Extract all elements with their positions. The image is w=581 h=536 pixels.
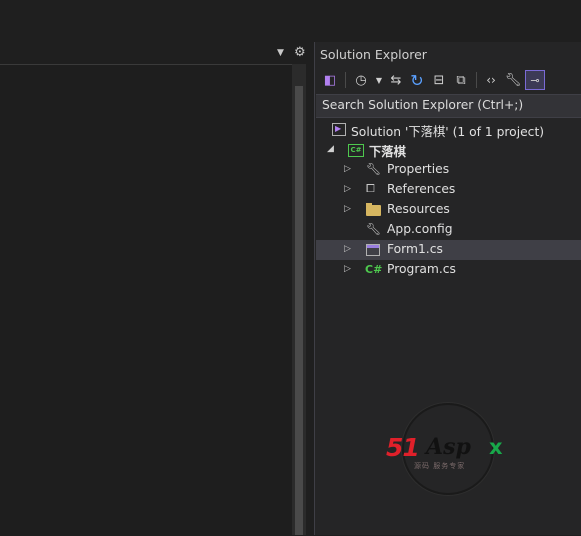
watermark-51: 51 — [386, 433, 420, 462]
tree-row-properties[interactable]: ▷ 🔧︎ Properties — [316, 160, 581, 180]
toolbar-separator — [345, 72, 346, 88]
watermark-logo: 51 Asp x 源码 服务专家 — [386, 403, 508, 495]
editor-area[interactable] — [0, 64, 292, 536]
item-label: App.config — [387, 222, 453, 236]
sync-icon[interactable]: ⇆ — [386, 70, 406, 90]
tree-row-app-config[interactable]: 🔧︎ App.config — [316, 220, 581, 240]
top-strip — [0, 0, 581, 42]
collapse-all-icon[interactable]: ⊟ — [429, 70, 449, 90]
collapsed-arrow-icon[interactable]: ▷ — [344, 164, 351, 174]
watermark-subtitle: 源码 服务专家 — [414, 462, 466, 470]
collapsed-arrow-icon[interactable]: ▷ — [344, 264, 351, 274]
toolbar-separator — [476, 72, 477, 88]
references-icon: ⧠ — [366, 182, 375, 195]
tree-row-project[interactable]: ◢ C# 下落棋 — [316, 140, 581, 160]
tree-row-program[interactable]: ▷ C# Program.cs — [316, 260, 581, 280]
csharp-project-icon: C# — [348, 142, 364, 158]
panel-title: Solution Explorer — [320, 47, 427, 62]
tree-row-resources[interactable]: ▷ Resources — [316, 200, 581, 220]
show-all-files-icon[interactable]: ⧉ — [451, 70, 471, 90]
solution-label: Solution '下落棋' (1 of 1 project) — [351, 125, 545, 139]
gear-icon[interactable]: ⚙ — [294, 45, 306, 60]
item-label: References — [387, 182, 456, 196]
solution-icon — [332, 122, 348, 138]
watermark-x: x — [489, 435, 503, 459]
item-label: Resources — [387, 202, 450, 216]
scrollbar-thumb[interactable] — [295, 86, 303, 535]
wrench-icon: 🔧︎ — [366, 162, 382, 176]
editor-tab-bar: ▼ ⚙ — [0, 42, 312, 65]
tree-row-solution[interactable]: Solution '下落棋' (1 of 1 project) — [316, 120, 581, 140]
preview-selected-items-icon[interactable]: ⊸ — [525, 70, 545, 90]
project-label: 下落棋 — [369, 145, 406, 159]
tree-row-form1[interactable]: ▷ Form1.cs — [316, 240, 581, 260]
item-label: Program.cs — [387, 262, 456, 276]
watermark-asp: Asp — [426, 434, 471, 460]
search-input[interactable]: Search Solution Explorer (Ctrl+;) — [316, 94, 581, 118]
history-icon[interactable]: ◷ — [351, 70, 371, 90]
solution-explorer-toolbar: ◧ ◷ ▼ ⇆ ↻ ⊟ ⧉ ‹› 🔧︎ ⊸ — [315, 68, 581, 94]
tab-list-dropdown-icon[interactable]: ▼ — [277, 48, 284, 58]
search-placeholder: Search Solution Explorer (Ctrl+;) — [322, 98, 524, 112]
item-label: Form1.cs — [387, 242, 443, 256]
item-label: Properties — [387, 162, 450, 176]
config-icon: 🔧︎ — [366, 222, 382, 236]
collapsed-arrow-icon[interactable]: ▷ — [344, 184, 351, 194]
panel-splitter[interactable] — [306, 42, 314, 535]
vs-logo-icon[interactable]: ◧ — [320, 70, 340, 90]
collapsed-arrow-icon[interactable]: ▷ — [344, 244, 351, 254]
refresh-icon[interactable]: ↻ — [407, 70, 427, 90]
wrench-icon[interactable]: 🔧︎ — [503, 70, 523, 90]
editor-scrollbar[interactable] — [292, 64, 306, 535]
folder-icon — [366, 202, 382, 218]
expanded-arrow-icon[interactable]: ◢ — [327, 144, 334, 154]
view-code-icon[interactable]: ‹› — [481, 70, 501, 90]
collapsed-arrow-icon[interactable]: ▷ — [344, 204, 351, 214]
tree-row-references[interactable]: ▷ ⧠ References — [316, 180, 581, 200]
form-icon — [366, 242, 382, 258]
csharp-icon: C# — [365, 263, 383, 276]
